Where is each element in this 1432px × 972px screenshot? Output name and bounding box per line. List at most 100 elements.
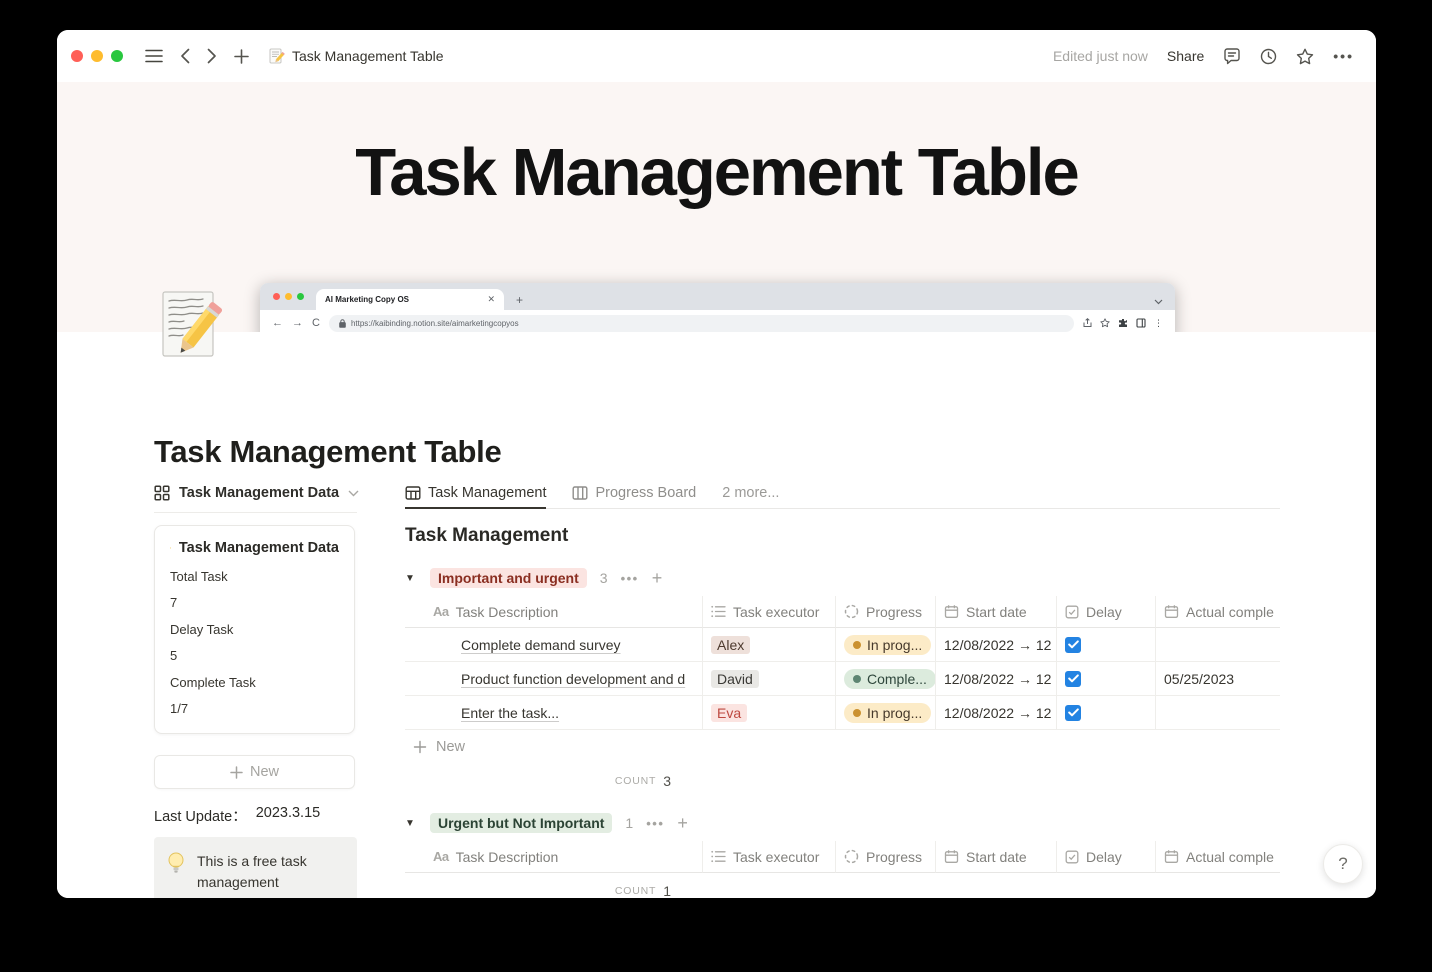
traffic-lights (71, 50, 123, 62)
new-tab-icon: + (516, 293, 524, 307)
executor-cell[interactable]: Eva (703, 696, 836, 730)
start-date-cell[interactable]: 12/08/2022 → 12 (936, 696, 1057, 730)
minimize-window-button[interactable] (91, 50, 103, 62)
titlebar: Task Management Table Edited just now Sh… (57, 30, 1376, 82)
executor-tag: Eva (711, 703, 748, 722)
sidebar-new-button[interactable]: New (154, 755, 355, 789)
delay-checkbox-checked[interactable] (1065, 636, 1081, 653)
column-header-task-description[interactable]: Aa Task Description (405, 596, 703, 628)
executor-cell[interactable]: Alex (703, 628, 836, 662)
notebook-icon (170, 547, 171, 549)
group-count-footer[interactable]: COUNT 3 (405, 763, 703, 798)
delay-cell (1057, 628, 1156, 662)
table-row: Product function development and d David… (405, 662, 1280, 696)
browser-reload-icon: C (312, 316, 320, 329)
browser-back-icon: ← (272, 316, 283, 329)
comments-icon[interactable] (1223, 47, 1241, 65)
browser-more-icon: ⋮ (1154, 317, 1163, 328)
progress-cell[interactable]: Comple... (836, 662, 936, 696)
count-value: 3 (663, 772, 671, 789)
plus-icon (413, 740, 427, 753)
group-toggle-icon[interactable]: ▼ (405, 573, 417, 584)
status-property-icon (844, 604, 859, 619)
column-header-task-description[interactable]: Aa Task Description (405, 841, 703, 873)
page-title: Task Management Table (154, 433, 502, 469)
forward-icon[interactable] (207, 48, 217, 64)
task-page-link[interactable]: Product function development and d (461, 671, 685, 687)
browser-address-bar: https://kaibinding.notion.site/aimarketi… (328, 314, 1074, 332)
text-property-icon: Aa (433, 849, 449, 864)
progress-cell[interactable]: In prog... (836, 628, 936, 662)
view-selector-label: Task Management Data (179, 485, 340, 501)
database-main: Task Management Progress Board 2 more...… (405, 478, 1280, 898)
zoom-window-button[interactable] (111, 50, 123, 62)
extension-puzzle-icon (1119, 319, 1127, 327)
view-tabs: Task Management Progress Board 2 more... (405, 478, 1280, 509)
back-icon[interactable] (180, 48, 190, 64)
column-header-start-date[interactable]: Start date (936, 596, 1057, 628)
column-header-actual-complete[interactable]: Actual comple (1156, 596, 1280, 628)
sidebar-menu-icon[interactable] (145, 49, 163, 63)
column-header-task-executor[interactable]: Task executor (703, 596, 836, 628)
favorite-star-icon[interactable] (1296, 48, 1314, 65)
column-header-task-executor[interactable]: Task executor (703, 841, 836, 873)
table-header-row: Aa Task Description Task executor Progres… (405, 841, 1280, 873)
help-button[interactable]: ? (1323, 844, 1363, 884)
card-line-delay-task-label: Delay Task (170, 621, 234, 637)
progress-cell[interactable]: In prog... (836, 696, 936, 730)
group-options-icon[interactable]: ••• (621, 571, 639, 586)
browser-tab-title: AI Marketing Copy OS (325, 295, 410, 304)
new-page-icon[interactable] (234, 48, 249, 64)
actual-date-cell[interactable] (1156, 696, 1280, 730)
tabs-more[interactable]: 2 more... (722, 478, 779, 507)
column-header-delay[interactable]: Delay (1057, 841, 1156, 873)
group-add-icon[interactable]: + (677, 814, 688, 832)
database-title: Task Management (405, 525, 569, 546)
history-icon[interactable] (1260, 48, 1277, 65)
status-dot-icon (853, 674, 861, 683)
window-page-title[interactable]: Task Management Table (292, 48, 444, 64)
close-window-button[interactable] (71, 50, 83, 62)
add-row-button[interactable]: New (405, 730, 1280, 763)
calendar-icon (944, 604, 959, 619)
data-summary-card[interactable]: Task Management Data Total Task 7 Delay … (154, 525, 355, 734)
executor-cell[interactable]: David (703, 662, 836, 696)
column-header-progress[interactable]: Progress (836, 596, 936, 628)
task-table: Aa Task Description Task executor Progres… (405, 596, 1280, 798)
tab-task-management[interactable]: Task Management (405, 478, 547, 509)
delay-checkbox-checked[interactable] (1065, 704, 1081, 721)
edited-status: Edited just now (1052, 48, 1148, 64)
view-selector[interactable]: Task Management Data (154, 478, 359, 513)
card-title: Task Management Data (178, 540, 339, 556)
executor-tag: David (711, 669, 759, 688)
task-page-link[interactable]: Enter the task... (461, 705, 559, 721)
table-view-icon (405, 485, 421, 501)
tab-progress-board[interactable]: Progress Board (572, 478, 696, 509)
lightbulb-icon (168, 852, 184, 873)
group-name-badge[interactable]: Important and urgent (430, 568, 587, 588)
column-header-actual-complete[interactable]: Actual comple (1156, 841, 1280, 873)
group-name-badge[interactable]: Urgent but Not Important (430, 813, 613, 833)
task-page-link[interactable]: Complete demand survey (461, 637, 621, 653)
start-date-cell[interactable]: 12/08/2022 → 12 (936, 662, 1057, 696)
page-memo-icon[interactable] (158, 288, 228, 373)
page-content: Task Management Table Task Management Da… (57, 332, 1376, 898)
calendar-icon (944, 849, 959, 864)
actual-date-cell[interactable] (1156, 628, 1280, 662)
group-options-icon[interactable]: ••• (646, 816, 664, 831)
start-date-cell[interactable]: 12/08/2022 → 12 (936, 628, 1057, 662)
actual-date-cell[interactable]: 05/25/2023 (1156, 662, 1280, 696)
group-header-urgent-not-important: ▼ Urgent but Not Important 1 ••• + (405, 810, 1280, 836)
table-header-row: Aa Task Description Task executor Progres… (405, 596, 1280, 628)
column-header-delay[interactable]: Delay (1057, 596, 1156, 628)
column-header-start-date[interactable]: Start date (936, 841, 1057, 873)
group-add-icon[interactable]: + (652, 569, 663, 587)
column-header-progress[interactable]: Progress (836, 841, 936, 873)
share-button[interactable]: Share (1167, 48, 1204, 64)
card-line-complete-task-value: 1/7 (170, 701, 189, 716)
group-count-footer[interactable]: COUNT 1 (405, 873, 703, 899)
delay-checkbox-checked[interactable] (1065, 670, 1081, 687)
group-toggle-icon[interactable]: ▼ (405, 818, 417, 829)
info-callout: This is a free task management system. (154, 837, 357, 898)
more-options-icon[interactable]: ••• (1333, 48, 1354, 64)
